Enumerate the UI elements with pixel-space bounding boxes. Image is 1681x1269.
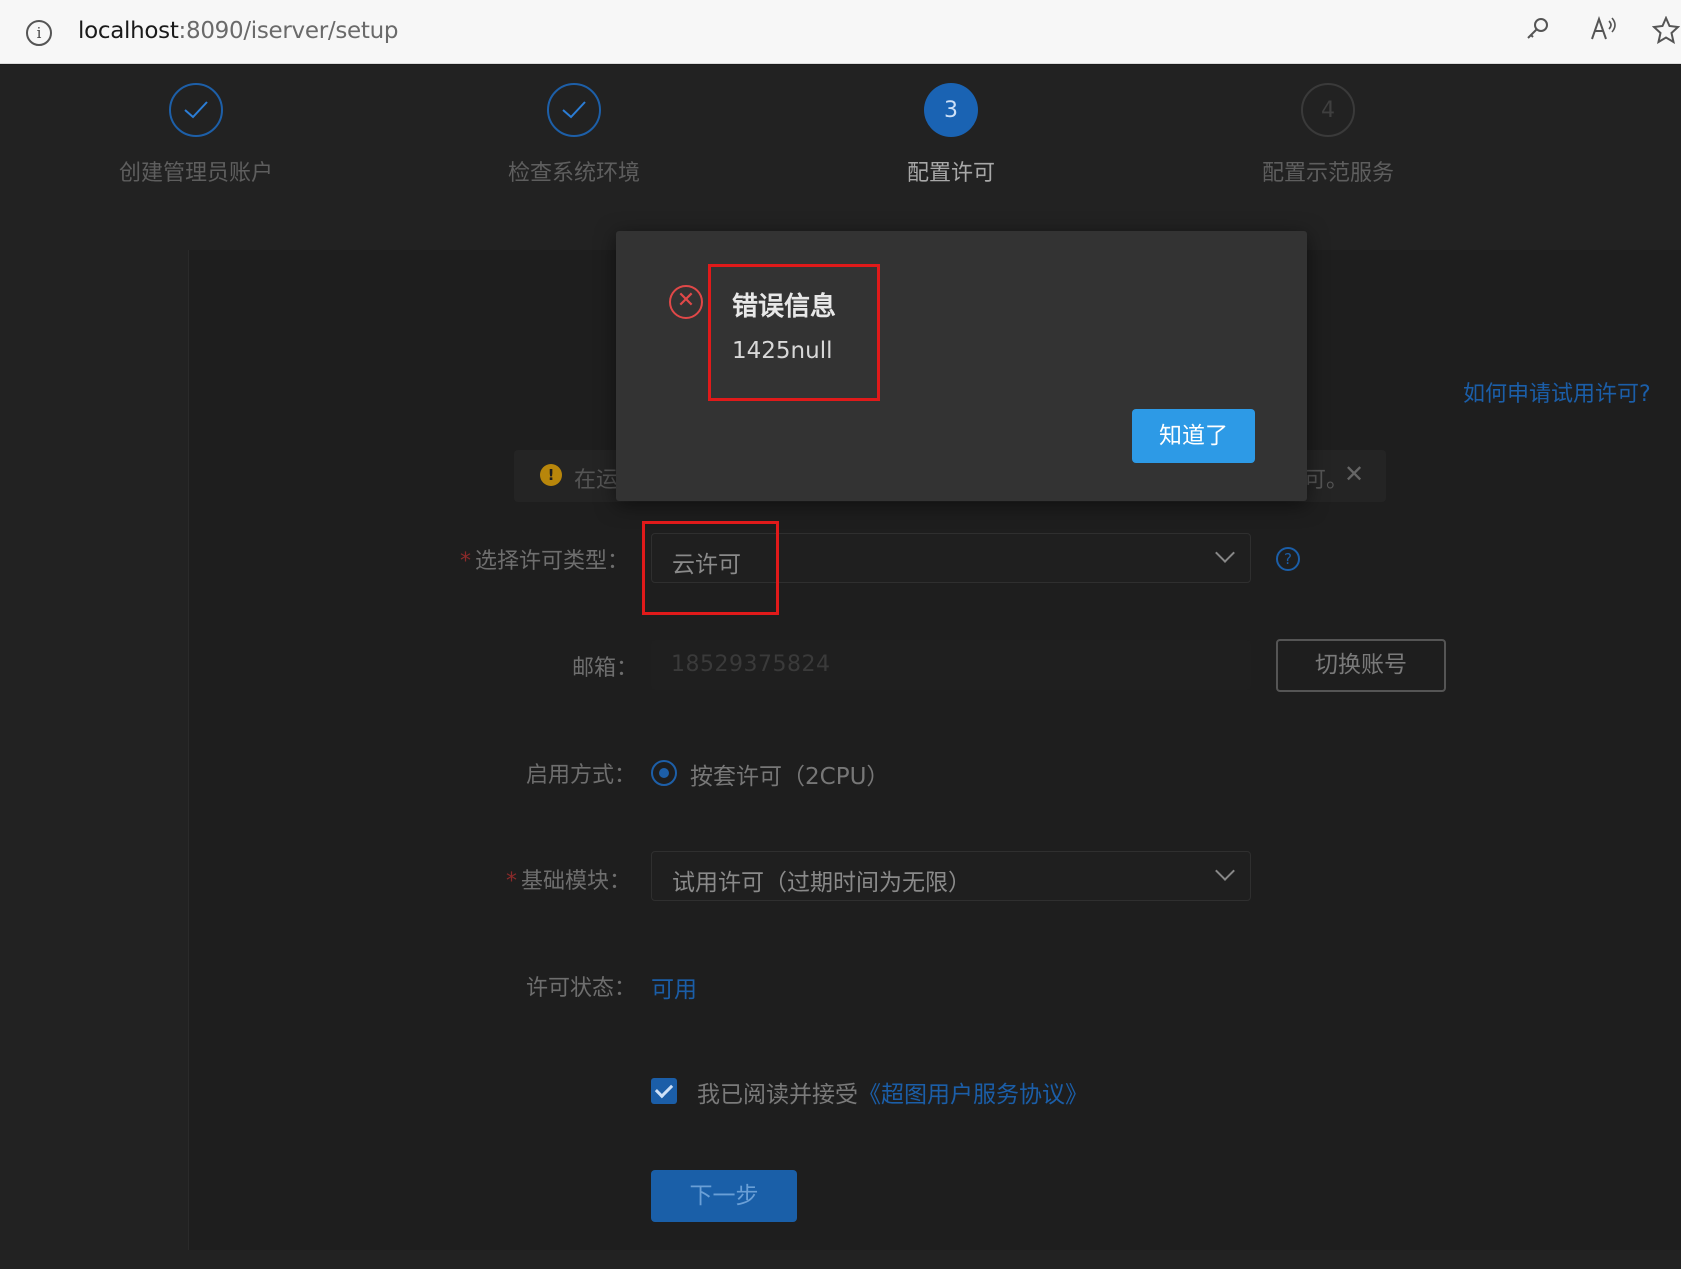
next-step-button[interactable]: 下一步 xyxy=(651,1170,797,1222)
switch-account-button[interactable]: 切换账号 xyxy=(1276,639,1446,692)
step-label: 创建管理员账户 xyxy=(118,161,273,186)
license-type-label: * 选择许可类型： xyxy=(460,549,630,574)
step-config-license: 3 配置许可 xyxy=(821,83,1081,187)
got-it-button[interactable]: 知道了 xyxy=(1132,409,1255,463)
check-icon xyxy=(547,83,601,137)
favorite-star-icon[interactable] xyxy=(1651,15,1681,51)
browser-address-bar: i localhost:8090/iserver/setup xyxy=(0,0,1681,64)
url-path: :8090/iserver/setup xyxy=(178,18,399,44)
step-check-env: 检查系统环境 xyxy=(444,83,704,187)
email-field[interactable]: 18529375824 xyxy=(651,640,1251,690)
close-icon[interactable]: ✕ xyxy=(1344,460,1364,488)
step-number: 3 xyxy=(924,83,978,137)
enable-method-label: 启用方式： xyxy=(526,763,637,788)
agree-checkbox[interactable] xyxy=(651,1078,677,1104)
enable-method-radio[interactable] xyxy=(651,760,677,786)
step-config-demo: 4 配置示范服务 xyxy=(1198,83,1458,187)
enable-method-option[interactable]: 按套许可（2CPU） xyxy=(690,757,889,791)
chevron-down-icon xyxy=(1215,861,1235,881)
chevron-down-icon xyxy=(1215,543,1235,563)
highlight-box-error-message xyxy=(708,264,880,401)
notice-text-end: 可。 xyxy=(1304,468,1349,493)
email-value: 18529375824 xyxy=(671,652,831,677)
info-icon[interactable]: i xyxy=(26,20,52,46)
step-label: 检查系统环境 xyxy=(507,161,640,186)
step-label: 配置许可 xyxy=(906,161,995,186)
check-icon xyxy=(169,83,223,137)
step-label: 配置示范服务 xyxy=(1261,161,1394,186)
url-host: localhost xyxy=(78,18,179,44)
question-icon[interactable]: ? xyxy=(1276,547,1300,571)
agree-text: 我已阅读并接受《超图用户服务协议》 xyxy=(697,1082,1088,1108)
notice-text: 在运 xyxy=(574,468,619,493)
error-close-circle-icon: ✕ xyxy=(669,285,703,319)
read-aloud-icon[interactable] xyxy=(1589,15,1619,49)
license-status-value: 可用 xyxy=(651,977,697,1003)
step-number: 4 xyxy=(1301,83,1355,137)
url-field[interactable]: localhost:8090/iserver/setup xyxy=(78,18,398,44)
base-module-select[interactable]: 试用许可（过期时间为无限） xyxy=(651,851,1251,901)
user-agreement-link[interactable]: 《超图用户服务协议》 xyxy=(858,1082,1088,1108)
email-label: 邮箱： xyxy=(572,656,639,681)
key-icon[interactable] xyxy=(1524,16,1550,49)
base-module-label: * 基础模块： xyxy=(506,869,632,894)
step-create-admin: 创建管理员账户 xyxy=(66,83,326,187)
warning-icon: ! xyxy=(540,464,562,486)
license-status-label: 许可状态： xyxy=(526,976,637,1001)
how-to-apply-trial-link[interactable]: 如何申请试用许可? xyxy=(1463,376,1651,408)
base-module-value: 试用许可（过期时间为无限） xyxy=(672,870,971,896)
highlight-box-license-type xyxy=(642,521,779,615)
